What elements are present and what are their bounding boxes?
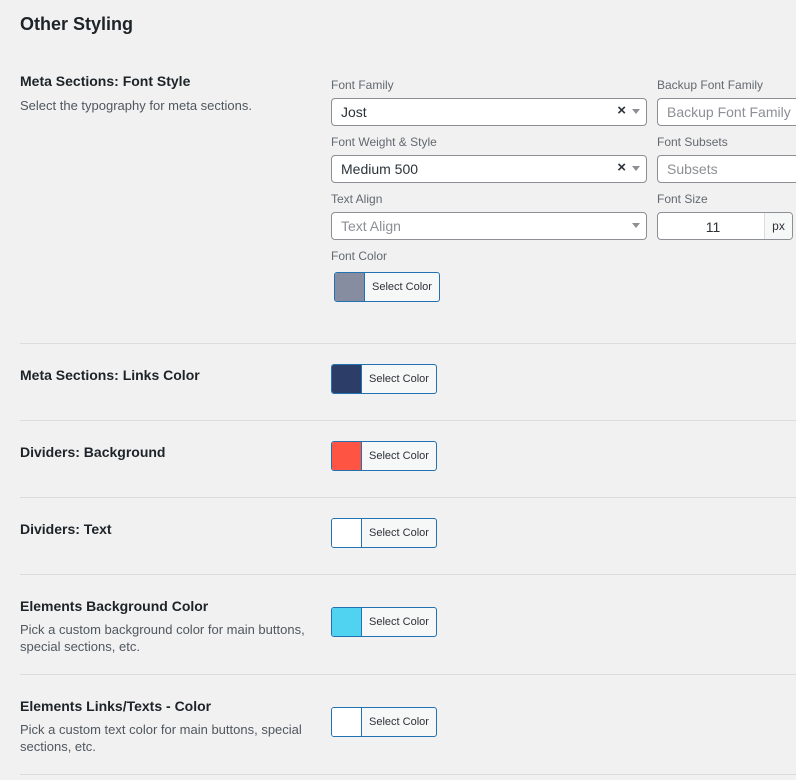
backup-font-label: Backup Font Family	[657, 78, 764, 92]
color-swatch	[332, 442, 362, 470]
select-color-label: Select Color	[369, 616, 429, 628]
font-color-label: Font Color	[331, 249, 388, 263]
clear-font-family-icon[interactable]: ×	[617, 102, 626, 119]
chevron-down-icon	[632, 166, 640, 171]
font-weight-select[interactable]: Medium 500 ×	[331, 155, 647, 183]
divider	[20, 497, 796, 498]
clear-font-weight-icon[interactable]: ×	[617, 159, 626, 176]
font-family-label: Font Family	[331, 78, 394, 92]
color-swatch	[332, 365, 362, 393]
dividers-background-button[interactable]: Select Color	[331, 441, 437, 471]
elements-background-button[interactable]: Select Color	[331, 607, 437, 637]
font-family-value: Jost	[341, 104, 367, 120]
color-swatch	[332, 708, 362, 736]
elements-links-title: Elements Links/Texts - Color	[20, 698, 212, 714]
dividers-text-title: Dividers: Text	[20, 521, 112, 537]
dividers-background-title: Dividers: Background	[20, 444, 166, 460]
meta-font-title: Meta Sections: Font Style	[20, 73, 191, 89]
text-align-select[interactable]: Text Align	[331, 212, 647, 240]
select-color-label: Select Color	[372, 281, 432, 293]
dividers-text-button[interactable]: Select Color	[331, 518, 437, 548]
font-weight-label: Font Weight & Style	[331, 135, 437, 149]
font-family-select[interactable]: Jost ×	[331, 98, 647, 126]
page-title: Other Styling	[20, 14, 134, 34]
font-subsets-select[interactable]: Subsets	[657, 155, 796, 183]
font-color-button[interactable]: Select Color	[334, 272, 440, 302]
elements-links-desc: Pick a custom text color for main button…	[20, 722, 302, 754]
select-color-label: Select Color	[369, 527, 429, 539]
font-size-label: Font Size	[657, 192, 708, 206]
text-align-label: Text Align	[331, 192, 383, 206]
chevron-down-icon	[632, 109, 640, 114]
links-color-button[interactable]: Select Color	[331, 364, 437, 394]
select-color-label: Select Color	[369, 716, 429, 728]
divider	[20, 774, 796, 775]
chevron-down-icon	[632, 223, 640, 228]
font-subsets-label: Font Subsets	[657, 135, 728, 149]
backup-font-placeholder: Backup Font Family	[667, 104, 791, 120]
font-subsets-placeholder: Subsets	[667, 161, 718, 177]
font-size-value: 11	[705, 219, 721, 235]
links-color-title: Meta Sections: Links Color	[20, 367, 200, 383]
color-swatch	[332, 519, 362, 547]
divider	[20, 343, 796, 344]
select-color-label: Select Color	[369, 373, 429, 385]
color-swatch	[332, 608, 362, 636]
font-size-input[interactable]: 11 px	[657, 212, 793, 240]
divider	[20, 574, 796, 575]
backup-font-select[interactable]: Backup Font Family	[657, 98, 796, 126]
elements-background-desc: Pick a custom background color for main …	[20, 622, 305, 654]
select-color-label: Select Color	[369, 450, 429, 462]
divider	[20, 674, 796, 675]
elements-background-title: Elements Background Color	[20, 598, 209, 614]
font-size-unit: px	[764, 213, 792, 239]
font-weight-value: Medium 500	[341, 161, 419, 177]
meta-font-desc: Select the typography for meta sections.	[20, 98, 252, 113]
elements-links-button[interactable]: Select Color	[331, 707, 437, 737]
divider	[20, 420, 796, 421]
color-swatch	[335, 273, 365, 301]
text-align-placeholder: Text Align	[341, 218, 401, 234]
